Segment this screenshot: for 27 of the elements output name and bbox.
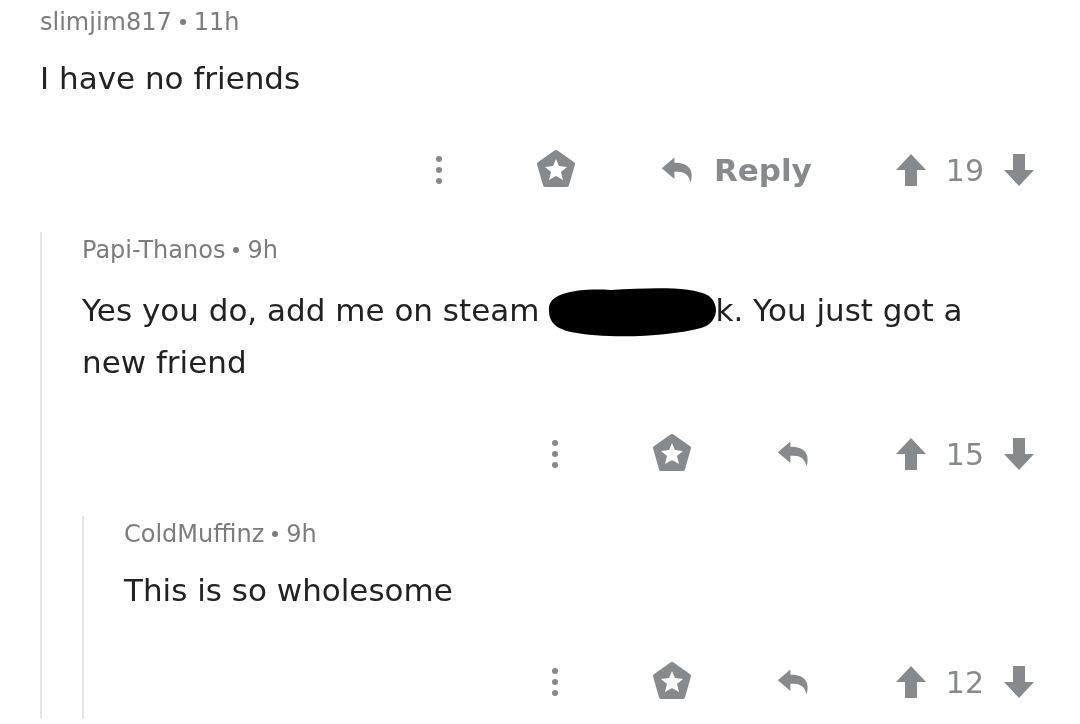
username[interactable]: slimjim817 <box>40 8 172 36</box>
comment-text: I have no friends <box>40 60 301 96</box>
award-icon[interactable] <box>535 150 576 190</box>
separator-dot <box>233 247 240 253</box>
username[interactable]: ColdMuffinz <box>124 520 265 548</box>
upvote-icon[interactable] <box>895 666 926 698</box>
comment-text: This is so wholesome <box>124 572 453 608</box>
upvote-icon[interactable] <box>895 154 926 186</box>
timestamp: 9h <box>247 236 278 264</box>
vote-count: 19 <box>945 152 984 188</box>
vote-count: 12 <box>945 664 984 700</box>
comment-text: new friend <box>82 344 247 380</box>
separator-dot <box>179 19 186 25</box>
username[interactable]: Papi-Thanos <box>82 236 226 264</box>
comment-text: k. You just got a <box>715 291 963 328</box>
vote-count: 15 <box>945 436 984 472</box>
reply-button[interactable]: Reply <box>659 152 812 188</box>
separator-dot <box>272 531 279 537</box>
downvote-icon[interactable] <box>1004 154 1034 186</box>
comment-text: Yes you do, add me on steam <box>82 291 540 328</box>
award-icon[interactable] <box>651 662 692 702</box>
downvote-icon[interactable] <box>1004 438 1034 470</box>
downvote-icon[interactable] <box>1004 666 1034 698</box>
timestamp: 11h <box>193 8 240 36</box>
award-icon[interactable] <box>651 434 692 474</box>
timestamp: 9h <box>286 520 317 548</box>
upvote-icon[interactable] <box>895 438 926 470</box>
